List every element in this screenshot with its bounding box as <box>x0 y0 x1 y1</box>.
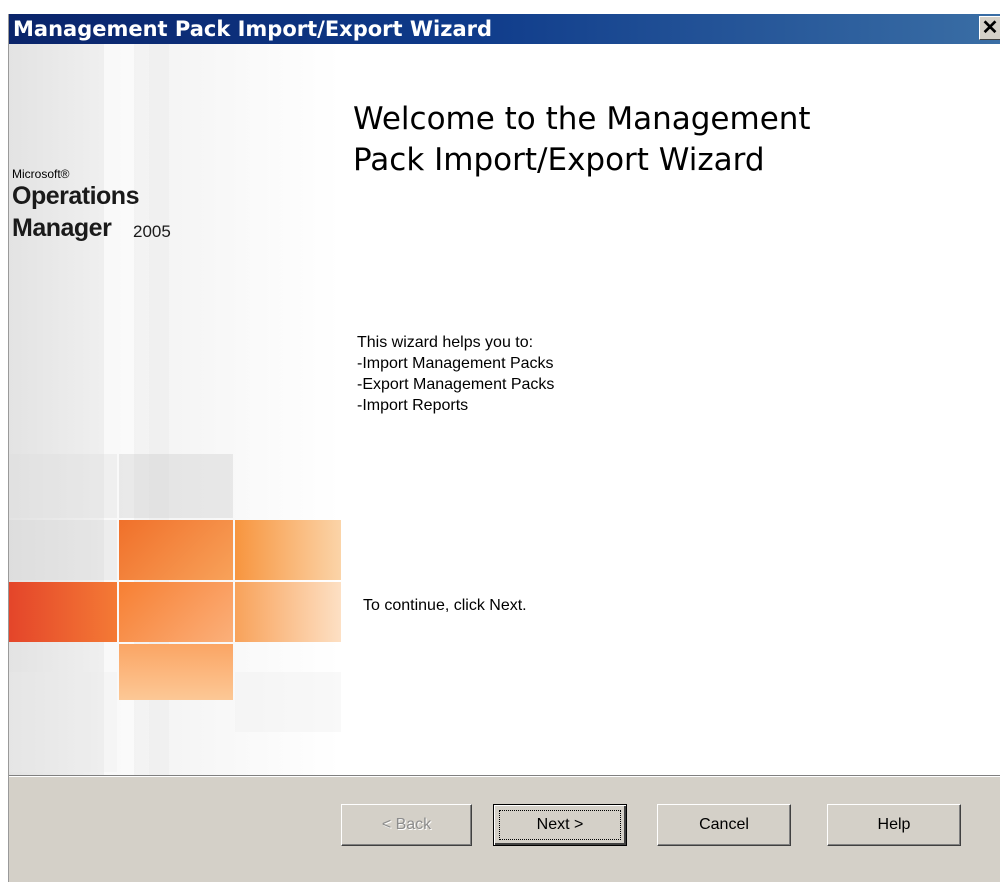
orange-tile <box>119 520 233 580</box>
brand-operations: Operations <box>12 182 139 210</box>
orange-tile <box>9 582 117 642</box>
wizard-window: Management Pack Import/Export Wizard ✕ M… <box>8 14 1000 882</box>
orange-tile <box>235 520 341 580</box>
close-icon: ✕ <box>981 17 999 39</box>
close-button[interactable]: ✕ <box>979 16 1000 40</box>
wizard-content: Microsoft® Operations Manager 2005 Welco… <box>9 44 1000 775</box>
page-title-line2: Pack Import/Export Wizard <box>353 142 765 178</box>
next-button[interactable]: Next > <box>493 804 627 846</box>
bullet-import-reports: -Import Reports <box>357 397 469 414</box>
focus-rect <box>499 810 621 840</box>
bullet-export-mp: -Export Management Packs <box>357 376 555 393</box>
intro-text: This wizard helps you to: -Import Manage… <box>357 332 857 416</box>
intro-line: This wizard helps you to: <box>357 334 534 351</box>
continue-instruction: To continue, click Next. <box>363 597 527 614</box>
orange-tile <box>119 582 233 642</box>
brand-manager: Manager <box>12 214 112 242</box>
window-title: Management Pack Import/Export Wizard <box>13 17 493 41</box>
help-button[interactable]: Help <box>827 804 961 846</box>
back-button[interactable]: < Back <box>341 804 472 846</box>
button-separator <box>9 775 1000 777</box>
page-title-line1: Welcome to the Management <box>353 101 811 137</box>
page-title: Welcome to the Management Pack Import/Ex… <box>353 99 913 181</box>
brand-year: 2005 <box>133 222 171 241</box>
product-banner: Microsoft® Operations Manager 2005 <box>9 44 341 775</box>
orange-tile <box>235 582 341 642</box>
bullet-import-mp: -Import Management Packs <box>357 355 554 372</box>
title-bar[interactable]: Management Pack Import/Export Wizard ✕ <box>9 14 1000 44</box>
brand-microsoft: Microsoft® <box>12 167 70 181</box>
cancel-button[interactable]: Cancel <box>657 804 791 846</box>
orange-tile <box>119 644 233 700</box>
